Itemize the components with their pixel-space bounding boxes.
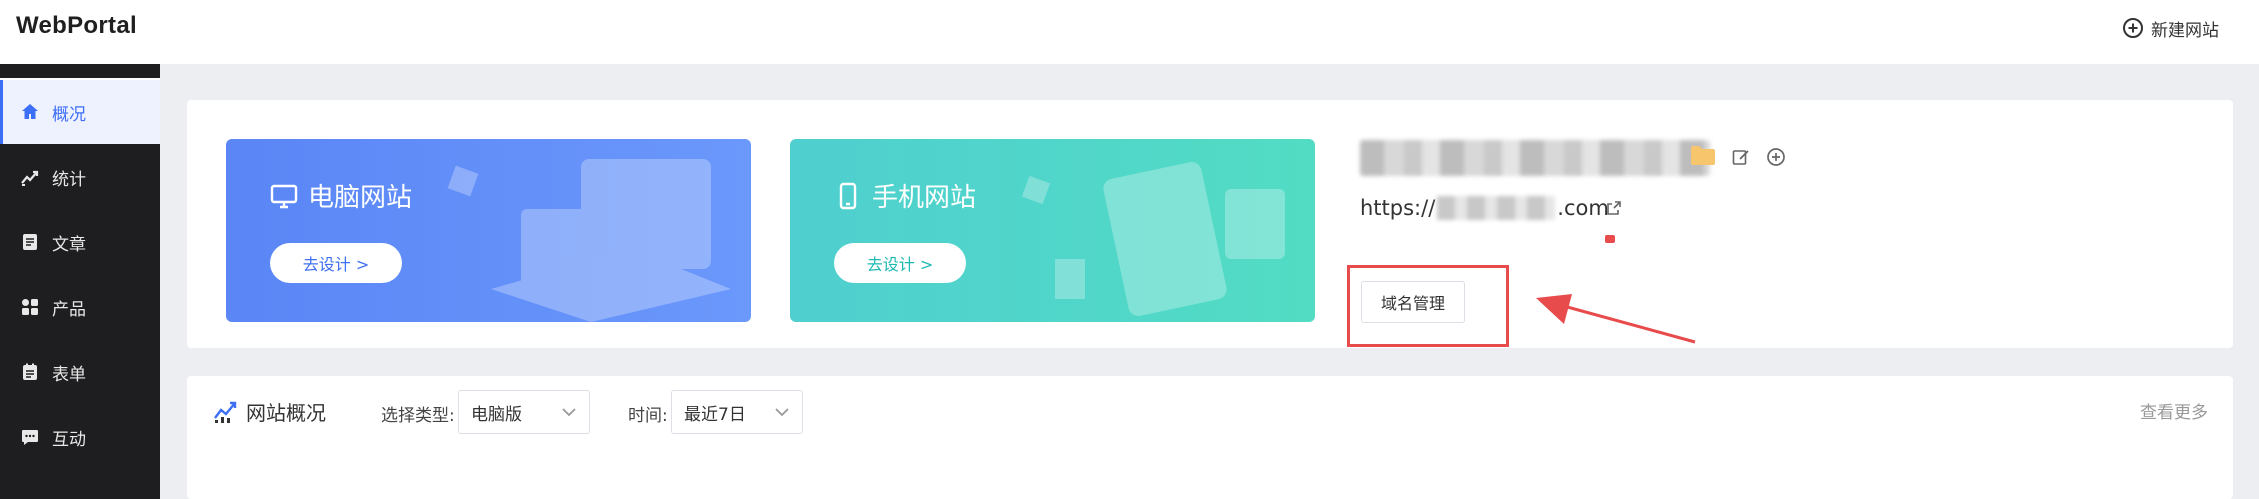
chevron-down-icon <box>775 408 789 417</box>
site-url-suffix: .com <box>1557 196 1609 220</box>
chart-line-icon <box>21 170 39 186</box>
pc-site-title: 电脑网站 <box>270 177 412 214</box>
sidebar-item-overview[interactable]: 概况 <box>0 80 160 144</box>
type-select-value: 电脑版 <box>471 404 522 425</box>
time-select-value: 最近7日 <box>684 404 746 425</box>
sidebar-item-label: 互动 <box>52 429 86 450</box>
site-url-prefix: https:// <box>1360 196 1436 220</box>
external-link-icon[interactable] <box>1606 200 1622 216</box>
chart-trend-icon <box>214 401 237 423</box>
mobile-illustration-icon <box>1021 161 1285 317</box>
mobile-site-title-text: 手机网站 <box>872 183 977 213</box>
domain-management-button[interactable]: 域名管理 <box>1361 281 1465 323</box>
type-select[interactable]: 电脑版 <box>458 390 590 434</box>
pc-design-button[interactable]: 去设计 > <box>270 243 402 283</box>
app-logo[interactable]: WebPortal <box>16 12 137 40</box>
pc-site-card[interactable]: 电脑网站 去设计 > <box>226 139 751 322</box>
annotation-arrow-icon <box>1536 294 1696 344</box>
type-filter-label: 选择类型: <box>381 406 455 426</box>
sidebar-item-forms[interactable]: 表单 <box>0 340 160 404</box>
mobile-site-title: 手机网站 <box>834 177 976 214</box>
sidebar-item-products[interactable]: 产品 <box>0 275 160 339</box>
overview-title-text: 网站概况 <box>246 400 326 425</box>
new-site-label: 新建网站 <box>2151 20 2219 41</box>
phone-icon <box>839 182 857 209</box>
site-name-redacted <box>1360 140 1710 176</box>
folder-icon <box>1691 146 1715 165</box>
add-circle-icon[interactable] <box>1766 147 1786 167</box>
sidebar-item-label: 文章 <box>52 234 86 255</box>
edit-icon[interactable] <box>1732 148 1750 166</box>
time-filter-label: 时间: <box>628 406 668 426</box>
pc-illustration-icon <box>447 159 731 322</box>
sidebar-item-articles[interactable]: 文章 <box>0 210 160 274</box>
top-header: WebPortal 新建网站 <box>0 0 2259 64</box>
article-icon <box>23 234 37 250</box>
monitor-icon <box>270 184 298 208</box>
new-site-button[interactable]: 新建网站 <box>2121 14 2219 42</box>
site-url-redacted <box>1437 196 1556 220</box>
sidebar-top-edge <box>0 64 160 78</box>
sidebar-item-label: 统计 <box>52 169 86 190</box>
pc-site-title-text: 电脑网站 <box>308 183 413 213</box>
plus-circle-icon <box>2123 18 2143 38</box>
time-select[interactable]: 最近7日 <box>671 390 803 434</box>
chevron-down-icon <box>562 408 576 417</box>
sidebar-item-label: 产品 <box>52 299 86 320</box>
site-url[interactable]: https:// .com <box>1360 194 1609 222</box>
sidebar-item-label: 表单 <box>52 364 86 385</box>
sidebar-item-label: 概况 <box>52 104 86 125</box>
grid-icon <box>22 299 38 315</box>
form-icon <box>23 363 37 380</box>
annotation-dot <box>1605 235 1615 243</box>
mobile-design-button[interactable]: 去设计 > <box>834 243 966 283</box>
chat-icon <box>22 430 38 445</box>
sidebar-item-statistics[interactable]: 统计 <box>0 145 160 209</box>
home-icon <box>22 104 38 119</box>
mobile-site-card[interactable]: 手机网站 去设计 > <box>790 139 1315 322</box>
overview-title: 网站概况 <box>212 396 326 426</box>
sidebar-item-interaction[interactable]: 互动 <box>0 405 160 469</box>
view-more-link[interactable]: 查看更多 <box>2140 398 2208 423</box>
